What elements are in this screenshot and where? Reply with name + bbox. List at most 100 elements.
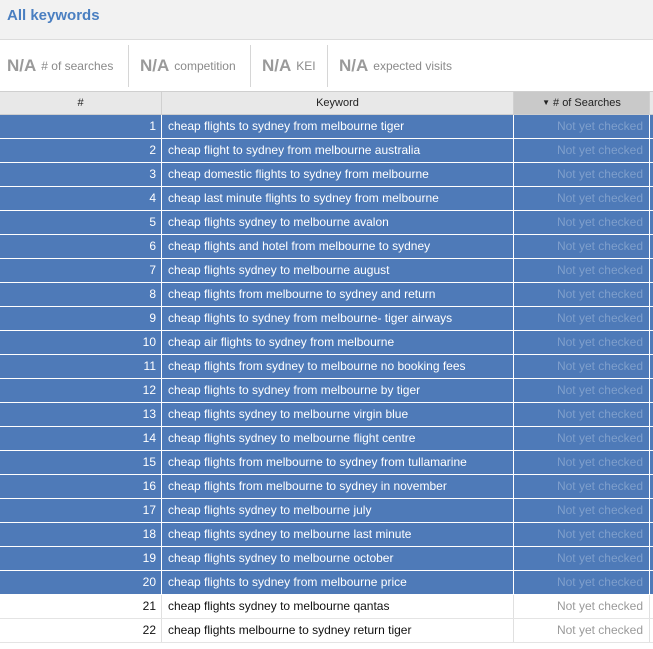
row-searches: Not yet checked [514,211,650,234]
row-number: 7 [0,259,162,282]
row-keyword: cheap flights sydney to melbourne july [162,499,514,522]
table-row[interactable]: 17 cheap flights sydney to melbourne july… [0,499,653,523]
table-row[interactable]: 19 cheap flights sydney to melbourne octo… [0,547,653,571]
table-row[interactable]: 10 cheap air flights to sydney from melbo… [0,331,653,355]
row-number: 11 [0,355,162,378]
stat-kei: N/A KEI [262,44,316,88]
table-row[interactable]: 9 cheap flights to sydney from melbourne-… [0,307,653,331]
row-searches: Not yet checked [514,547,650,570]
row-keyword: cheap flights melbourne to sydney return… [162,619,514,642]
row-number: 2 [0,139,162,162]
row-number: 15 [0,451,162,474]
row-keyword: cheap flights from sydney to melbourne n… [162,355,514,378]
row-number: 14 [0,427,162,450]
sort-descending-icon: ▼ [542,98,551,107]
row-number: 13 [0,403,162,426]
table-row[interactable]: 16 cheap flights from melbourne to sydney… [0,475,653,499]
table-row[interactable]: 4 cheap last minute flights to sydney fro… [0,187,653,211]
row-searches: Not yet checked [514,235,650,258]
row-number: 1 [0,115,162,138]
row-searches: Not yet checked [514,355,650,378]
row-searches: Not yet checked [514,379,650,402]
row-number: 16 [0,475,162,498]
row-searches: Not yet checked [514,619,650,642]
table-row[interactable]: 3 cheap domestic flights to sydney from m… [0,163,653,187]
column-header-number[interactable]: # [0,92,162,114]
row-number: 12 [0,379,162,402]
row-keyword: cheap flights sydney to melbourne virgin… [162,403,514,426]
row-searches: Not yet checked [514,139,650,162]
row-searches: Not yet checked [514,115,650,138]
row-number: 8 [0,283,162,306]
row-keyword: cheap flights sydney to melbourne august [162,259,514,282]
stat-expected-visits: N/A expected visits [339,44,452,88]
table-row[interactable]: 5 cheap flights sydney to melbourne avalo… [0,211,653,235]
row-keyword: cheap last minute flights to sydney from… [162,187,514,210]
grid-header: # Keyword ▼ # of Searches [0,91,653,115]
row-keyword: cheap flights from melbourne to sydney i… [162,475,514,498]
row-keyword: cheap flights from melbourne to sydney a… [162,283,514,306]
stats-bar: N/A # of searches N/A competition N/A KE… [0,41,653,91]
row-searches: Not yet checked [514,523,650,546]
table-row[interactable]: 18 cheap flights sydney to melbourne last… [0,523,653,547]
stat-kei-label: KEI [296,59,316,73]
panel-header: All keywords [0,0,653,40]
row-number: 20 [0,571,162,594]
stat-expected-visits-value: N/A [339,56,369,75]
table-row[interactable]: 8 cheap flights from melbourne to sydney … [0,283,653,307]
row-searches: Not yet checked [514,163,650,186]
column-header-keyword[interactable]: Keyword [162,92,514,114]
row-searches: Not yet checked [514,331,650,354]
row-number: 3 [0,163,162,186]
row-keyword: cheap flights to sydney from melbourne t… [162,115,514,138]
stat-searches-label: # of searches [41,59,114,73]
row-searches: Not yet checked [514,403,650,426]
stat-searches-value: N/A [7,56,37,75]
row-number: 5 [0,211,162,234]
table-row[interactable]: 1 cheap flights to sydney from melbourne … [0,115,653,139]
row-keyword: cheap flights and hotel from melbourne t… [162,235,514,258]
table-row[interactable]: 7 cheap flights sydney to melbourne augus… [0,259,653,283]
stat-divider [327,45,328,87]
row-keyword: cheap air flights to sydney from melbour… [162,331,514,354]
table-row[interactable]: 2 cheap flight to sydney from melbourne a… [0,139,653,163]
row-searches: Not yet checked [514,475,650,498]
table-row[interactable]: 22 cheap flights melbourne to sydney retu… [0,619,653,643]
page-title: All keywords [7,7,100,24]
table-row[interactable]: 20 cheap flights to sydney from melbourne… [0,571,653,595]
row-searches: Not yet checked [514,187,650,210]
row-keyword: cheap flights to sydney from melbourne b… [162,379,514,402]
row-number: 10 [0,331,162,354]
table-row[interactable]: 21 cheap flights sydney to melbourne qant… [0,595,653,619]
stat-divider [250,45,251,87]
row-searches: Not yet checked [514,595,650,618]
row-keyword: cheap flights from melbourne to sydney f… [162,451,514,474]
row-number: 19 [0,547,162,570]
row-searches: Not yet checked [514,451,650,474]
stat-searches: N/A # of searches [7,44,113,88]
row-number: 9 [0,307,162,330]
row-searches: Not yet checked [514,571,650,594]
table-row[interactable]: 12 cheap flights to sydney from melbourne… [0,379,653,403]
stat-competition-label: competition [174,59,236,73]
row-number: 17 [0,499,162,522]
row-number: 6 [0,235,162,258]
row-number: 4 [0,187,162,210]
column-header-searches-label: # of Searches [553,97,621,109]
row-keyword: cheap flights sydney to melbourne qantas [162,595,514,618]
table-row[interactable]: 14 cheap flights sydney to melbourne flig… [0,427,653,451]
row-searches: Not yet checked [514,307,650,330]
column-header-searches[interactable]: ▼ # of Searches [514,92,650,114]
table-row[interactable]: 6 cheap flights and hotel from melbourne … [0,235,653,259]
row-keyword: cheap flight to sydney from melbourne au… [162,139,514,162]
stat-expected-visits-label: expected visits [373,59,452,73]
row-keyword: cheap flights sydney to melbourne last m… [162,523,514,546]
table-row[interactable]: 15 cheap flights from melbourne to sydney… [0,451,653,475]
stat-competition-value: N/A [140,56,170,75]
row-number: 21 [0,595,162,618]
table-row[interactable]: 13 cheap flights sydney to melbourne virg… [0,403,653,427]
row-keyword: cheap flights sydney to melbourne avalon [162,211,514,234]
row-keyword: cheap flights sydney to melbourne octobe… [162,547,514,570]
table-row[interactable]: 11 cheap flights from sydney to melbourne… [0,355,653,379]
row-searches: Not yet checked [514,283,650,306]
